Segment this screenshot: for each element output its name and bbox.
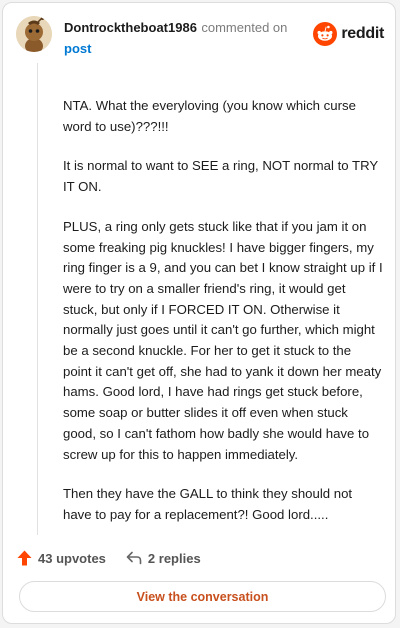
comment-paragraph: NTA. What the everyloving (you know whic… [63, 98, 356, 134]
snoo-avatar-icon [16, 16, 52, 52]
view-conversation-button[interactable]: View the conversation [19, 581, 386, 612]
comment-body: NTA. What the everyloving (you know whic… [63, 96, 383, 545]
replies-button[interactable]: 2 replies [126, 551, 201, 566]
post-link[interactable]: post [64, 41, 304, 56]
upvote-count: 43 upvotes [38, 550, 106, 566]
reddit-logo-icon [313, 22, 338, 46]
comment-actions: 43 upvotes 2 replies [17, 548, 201, 568]
user-avatar[interactable] [16, 16, 52, 52]
reddit-wordmark: reddit [341, 25, 384, 42]
username-link[interactable]: Dontrocktheboat1986 [64, 20, 197, 35]
reddit-brand[interactable]: reddit [313, 22, 384, 46]
comment-card: Dontrocktheboat1986 commented on post re… [2, 2, 396, 624]
commented-on-text: commented on [201, 20, 288, 35]
comment-header: Dontrocktheboat1986 commented on post re… [16, 16, 386, 56]
comment-meta: Dontrocktheboat1986 commented on post [64, 19, 304, 56]
reply-arrow-icon [126, 551, 142, 565]
comment-paragraph: Then they have the GALL to think they sh… [63, 486, 353, 522]
comment-paragraph: PLUS, a ring only gets stuck like that i… [63, 218, 383, 462]
replies-count: 2 replies [147, 550, 201, 566]
thread-line [37, 63, 38, 535]
comment-paragraph: It is normal to want to SEE a ring, NOT … [63, 158, 378, 195]
upvote-arrow-icon [17, 550, 32, 566]
upvote-button[interactable]: 43 upvotes [17, 550, 106, 566]
